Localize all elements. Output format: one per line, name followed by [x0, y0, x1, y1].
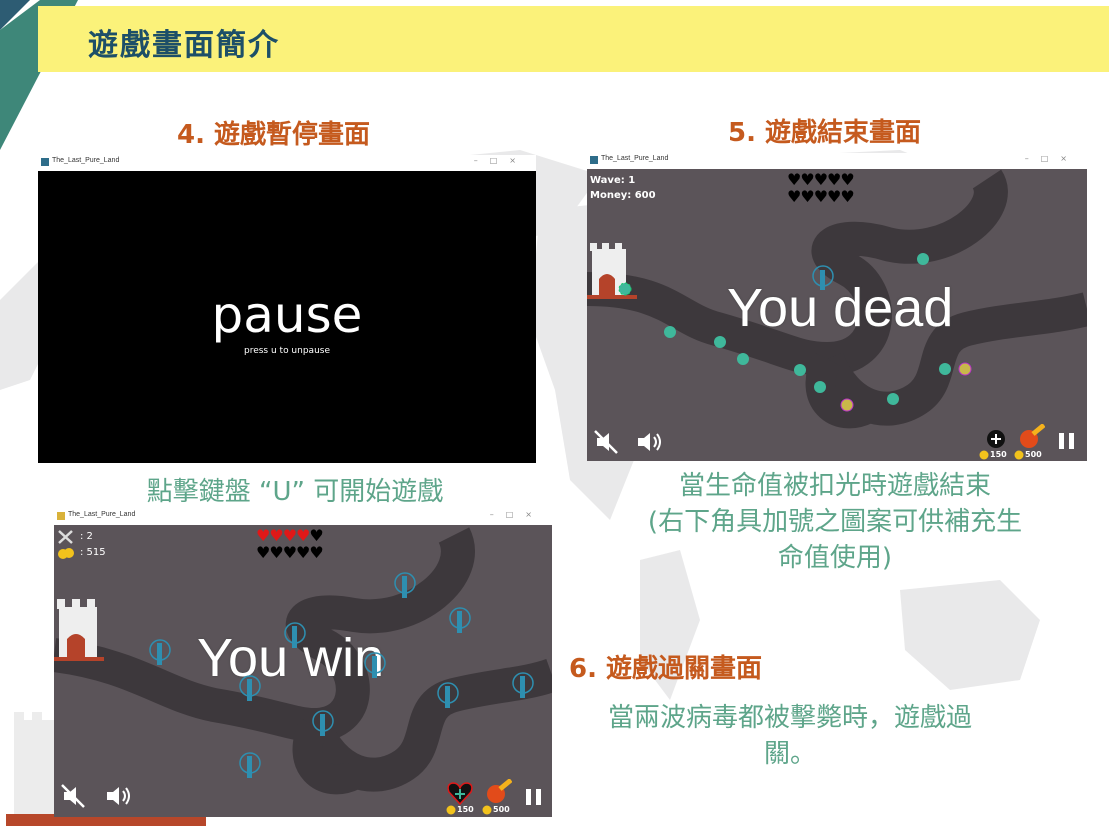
window-titlebar: The_Last_Pure_Land –□× — [587, 153, 1087, 169]
virus-icon — [917, 253, 929, 265]
virus-icon — [887, 393, 899, 405]
wave-count: : 2 — [80, 531, 93, 542]
castle-icon — [54, 599, 104, 661]
pause-caption: 點擊鍵盤 “U” 可開始遊戲 — [146, 477, 444, 507]
virus-icon — [664, 326, 676, 338]
pause-section-heading: 4. 遊戲暫停畫面 — [177, 120, 371, 150]
pause-icon[interactable] — [1057, 431, 1077, 451]
window-controls[interactable]: –□× — [490, 510, 544, 519]
tower-icon — [239, 752, 261, 778]
window-titlebar: The_Last_Pure_Land –□× — [38, 155, 536, 171]
tower-icon — [394, 572, 416, 598]
caption-line: 命值使用) — [777, 543, 893, 573]
virus-icon — [939, 363, 951, 375]
tower-icon — [364, 652, 386, 678]
you-dead-text: You dead — [727, 278, 954, 338]
money-label: Money: 600 — [590, 190, 656, 201]
app-icon — [57, 512, 65, 520]
tower-icon — [149, 639, 171, 665]
fire-price: 500 — [493, 805, 510, 814]
coin-icon — [482, 805, 492, 815]
tower-icon — [812, 265, 834, 290]
win-game-window: The_Last_Pure_Land –□× : 2 : 515 ♥♥♥♥♥ ♥♥… — [54, 509, 552, 817]
heal-price: 150 — [990, 450, 1007, 459]
app-icon — [41, 158, 49, 166]
pause-game-window: The_Last_Pure_Land –□× pause press u to … — [38, 155, 536, 463]
pause-text: pause — [211, 286, 363, 344]
window-titlebar: The_Last_Pure_Land –□× — [54, 509, 552, 525]
caption-line: 當生命值被扣光時遊戲結束 — [678, 471, 991, 501]
fire-price: 500 — [1025, 450, 1042, 459]
virus-icon — [794, 364, 806, 376]
tower-icon — [284, 622, 306, 648]
tower-icon — [239, 675, 261, 701]
win-field: : 2 : 515 ♥♥♥♥♥ ♥♥♥♥♥ You win 150 500 — [54, 525, 552, 817]
heal-price: 150 — [457, 805, 474, 814]
heal-potion-icon[interactable] — [985, 426, 1007, 448]
page-title: 遊戲畫面簡介 — [88, 28, 280, 63]
window-controls[interactable]: –□× — [474, 156, 528, 165]
fireball-icon[interactable] — [1017, 424, 1045, 450]
swords-icon — [58, 530, 73, 544]
virus-icon — [958, 362, 972, 376]
gameover-field: Wave: 1 Money: 600 ♥♥♥♥♥ ♥♥♥♥♥ You dead 1… — [587, 169, 1087, 461]
win-caption: 當兩波病毒都被擊斃時，遊戲過 關。 — [570, 700, 1010, 772]
coin-icon — [58, 548, 74, 559]
window-title: The_Last_Pure_Land — [601, 155, 669, 162]
virus-icon — [737, 353, 749, 365]
money-count: : 515 — [80, 547, 106, 558]
heal-potion-icon[interactable] — [446, 780, 474, 806]
virus-icon — [618, 282, 632, 296]
volume-icon[interactable] — [104, 783, 134, 809]
coin-icon — [1014, 450, 1024, 460]
fireball-icon[interactable] — [484, 779, 512, 805]
tower-icon — [512, 672, 534, 698]
app-icon — [590, 156, 598, 164]
caption-line: 關。 — [763, 739, 816, 769]
tower-icon — [449, 607, 471, 633]
tower-icon — [312, 710, 334, 736]
caption-line: (右下角具加號之圖案可供補充生 — [647, 507, 1023, 537]
wave-label: Wave: 1 — [590, 175, 636, 186]
tower-icon — [437, 682, 459, 708]
window-controls[interactable]: –□× — [1025, 154, 1079, 163]
win-section-heading: 6. 遊戲過關畫面 — [569, 654, 763, 684]
gameover-section-heading: 5. 遊戲結束畫面 — [728, 118, 922, 148]
gameover-caption: 當生命值被扣光時遊戲結束 (右下角具加號之圖案可供補充生 命值使用) — [600, 468, 1070, 576]
virus-icon — [814, 381, 826, 393]
mute-icon[interactable] — [60, 783, 86, 809]
virus-icon — [714, 336, 726, 348]
window-title: The_Last_Pure_Land — [68, 511, 136, 518]
coin-icon — [979, 450, 989, 460]
unpause-hint: press u to unpause — [243, 346, 331, 356]
heart-icon: ♥♥♥♥♥ ♥♥♥♥♥ — [787, 170, 855, 206]
mute-icon[interactable] — [593, 429, 619, 455]
coin-icon — [446, 805, 456, 815]
pause-icon[interactable] — [524, 787, 544, 807]
gameover-game-window: The_Last_Pure_Land –□× Wave: 1 Money: 60… — [587, 153, 1087, 461]
window-title: The_Last_Pure_Land — [52, 157, 120, 164]
pause-screen: pause press u to unpause — [38, 171, 536, 463]
caption-line: 當兩波病毒都被擊斃時，遊戲過 — [607, 703, 972, 733]
heart-icon: ♥♥♥♥♥ ♥♥♥♥♥ — [256, 526, 324, 562]
volume-icon[interactable] — [635, 429, 665, 455]
virus-icon — [840, 398, 854, 412]
